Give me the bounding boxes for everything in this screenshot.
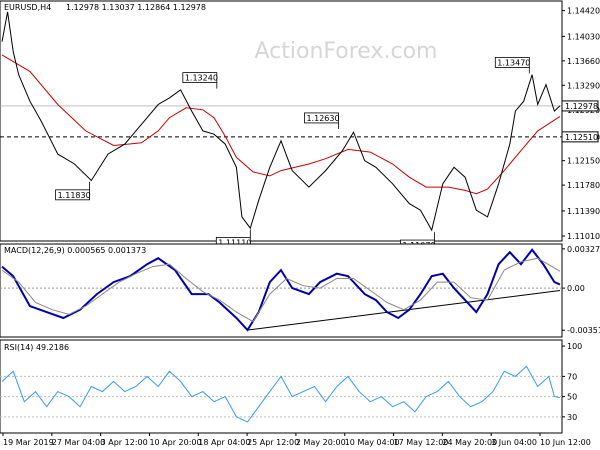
- x-tick-label: 3 Apr 12:00: [101, 438, 148, 447]
- price-panel: ActionForex.com EURUSD,H4 1.12978 1.1303…: [0, 0, 600, 251]
- x-tick-label: 19 Mar 2019: [3, 438, 54, 447]
- price-y-tick-label: 1.12150: [567, 157, 600, 166]
- price-y-tick-label: 1.13290: [567, 81, 600, 90]
- x-tick-label: 3 Jun 04:00: [491, 438, 537, 447]
- annotation-label: 1.13470: [497, 58, 530, 67]
- x-tick-label: 10 Apr 20:00: [149, 438, 201, 447]
- x-tick-label: 17 May 12:00: [394, 438, 449, 447]
- rsi-y-tick-label: 70: [567, 372, 577, 381]
- x-tick-label: 24 May 20:00: [442, 438, 497, 447]
- forex-chart: ActionForex.com EURUSD,H4 1.12978 1.1303…: [0, 0, 600, 447]
- level-line-label: 1.12510: [565, 133, 598, 142]
- annotation-label: 1.12630: [306, 114, 339, 123]
- rsi-panel-title: RSI(14) 49.2186: [4, 343, 69, 352]
- rsi-y-tick-label: 100: [567, 342, 582, 351]
- x-tick-label: 25 Apr 12:00: [247, 438, 299, 447]
- price-y-tick-label: 1.11390: [567, 207, 600, 216]
- rsi-y-tick-label: 50: [567, 393, 577, 402]
- price-y-tick-label: 1.11780: [567, 181, 600, 190]
- watermark: ActionForex.com: [255, 39, 438, 64]
- x-tick-label: 27 Mar 04:00: [52, 438, 105, 447]
- annotation-label: 1.11830: [58, 191, 91, 200]
- macd-y-tick-label: 0.003278: [567, 245, 600, 254]
- price-panel-values: 1.12978 1.13037 1.12864 1.12978: [66, 3, 206, 12]
- price-y-tick-label: 1.11010: [567, 232, 600, 241]
- x-tick-label: 18 Apr 04:00: [198, 438, 250, 447]
- macd-panel-title: MACD(12,26,9) 0.000565 0.001373: [4, 246, 146, 255]
- price-panel-frame: [0, 0, 563, 242]
- macd-panel-frame: [0, 243, 563, 338]
- current-price-label: 1.12978: [565, 102, 598, 111]
- price-y-tick-label: 1.13660: [567, 57, 600, 66]
- macd-y-tick-label: -0.003519: [567, 326, 600, 335]
- x-tick-label: 10 Jun 12:00: [540, 438, 591, 447]
- price-y-tick-label: 1.14030: [567, 32, 600, 41]
- rsi-panel: RSI(14) 49.2186 100 70 50 30: [0, 339, 582, 434]
- macd-y-tick-label: 0.00: [567, 284, 585, 293]
- rsi-panel-frame: [0, 339, 563, 434]
- x-tick-label: 10 May 04:00: [345, 438, 400, 447]
- price-y-tick-label: 1.14420: [567, 7, 600, 16]
- macd-panel: MACD(12,26,9) 0.000565 0.001373 0.003278…: [0, 243, 600, 338]
- annotation-label: 1.13240: [185, 74, 218, 83]
- x-tick-label: 2 May 20:00: [296, 438, 346, 447]
- x-axis: 19 Mar 201927 Mar 04:003 Apr 12:00 10 Apr…: [2, 433, 591, 447]
- price-panel-title: EURUSD,H4: [4, 3, 51, 12]
- rsi-y-tick-label: 30: [567, 413, 577, 422]
